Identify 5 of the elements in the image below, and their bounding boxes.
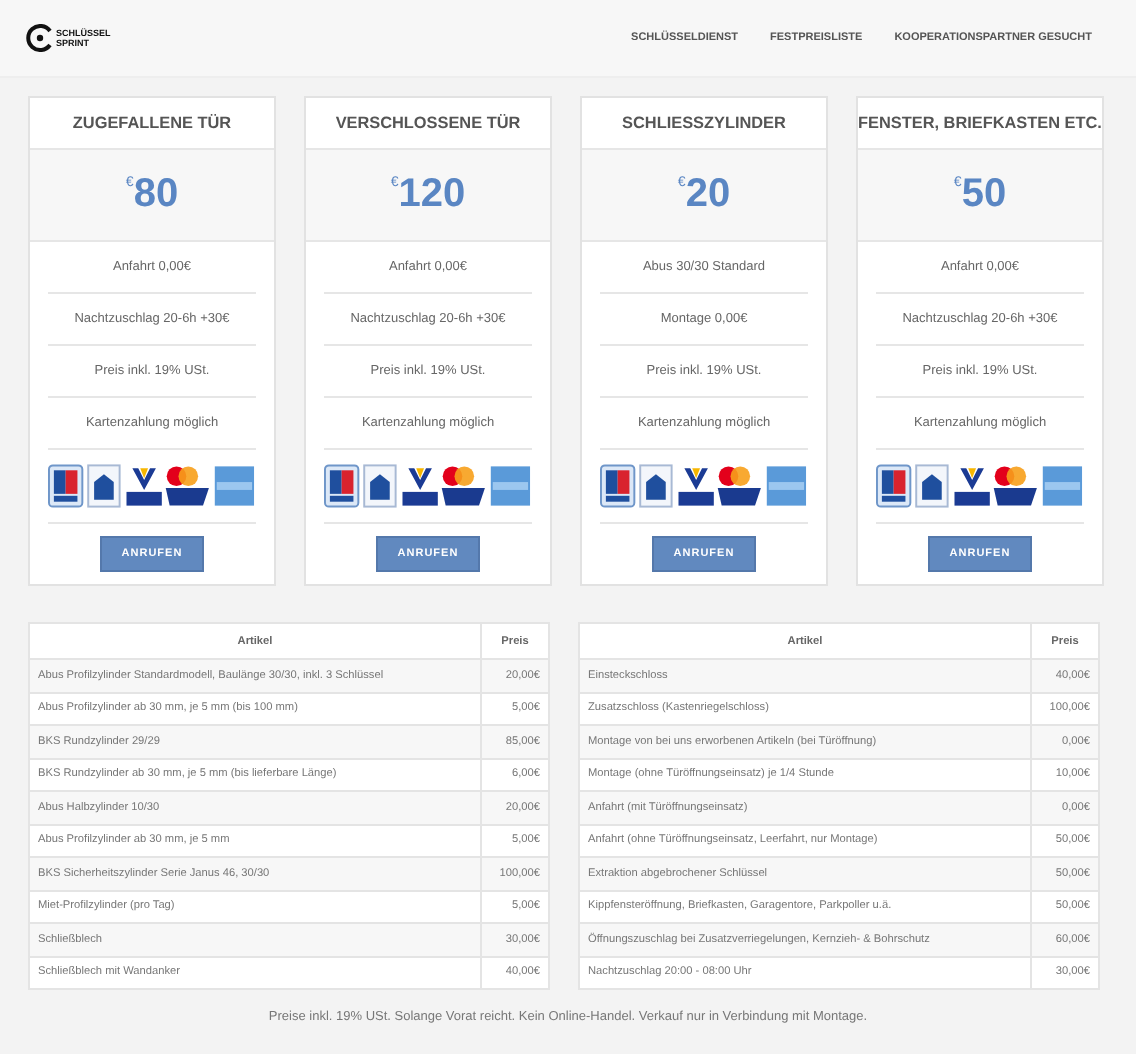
payment-logos-icon	[876, 464, 1084, 508]
payment-logos-icon	[48, 464, 256, 508]
payment-logos-icon	[324, 464, 532, 508]
logo-icon	[26, 24, 54, 52]
payment-logos-icon	[600, 464, 808, 508]
